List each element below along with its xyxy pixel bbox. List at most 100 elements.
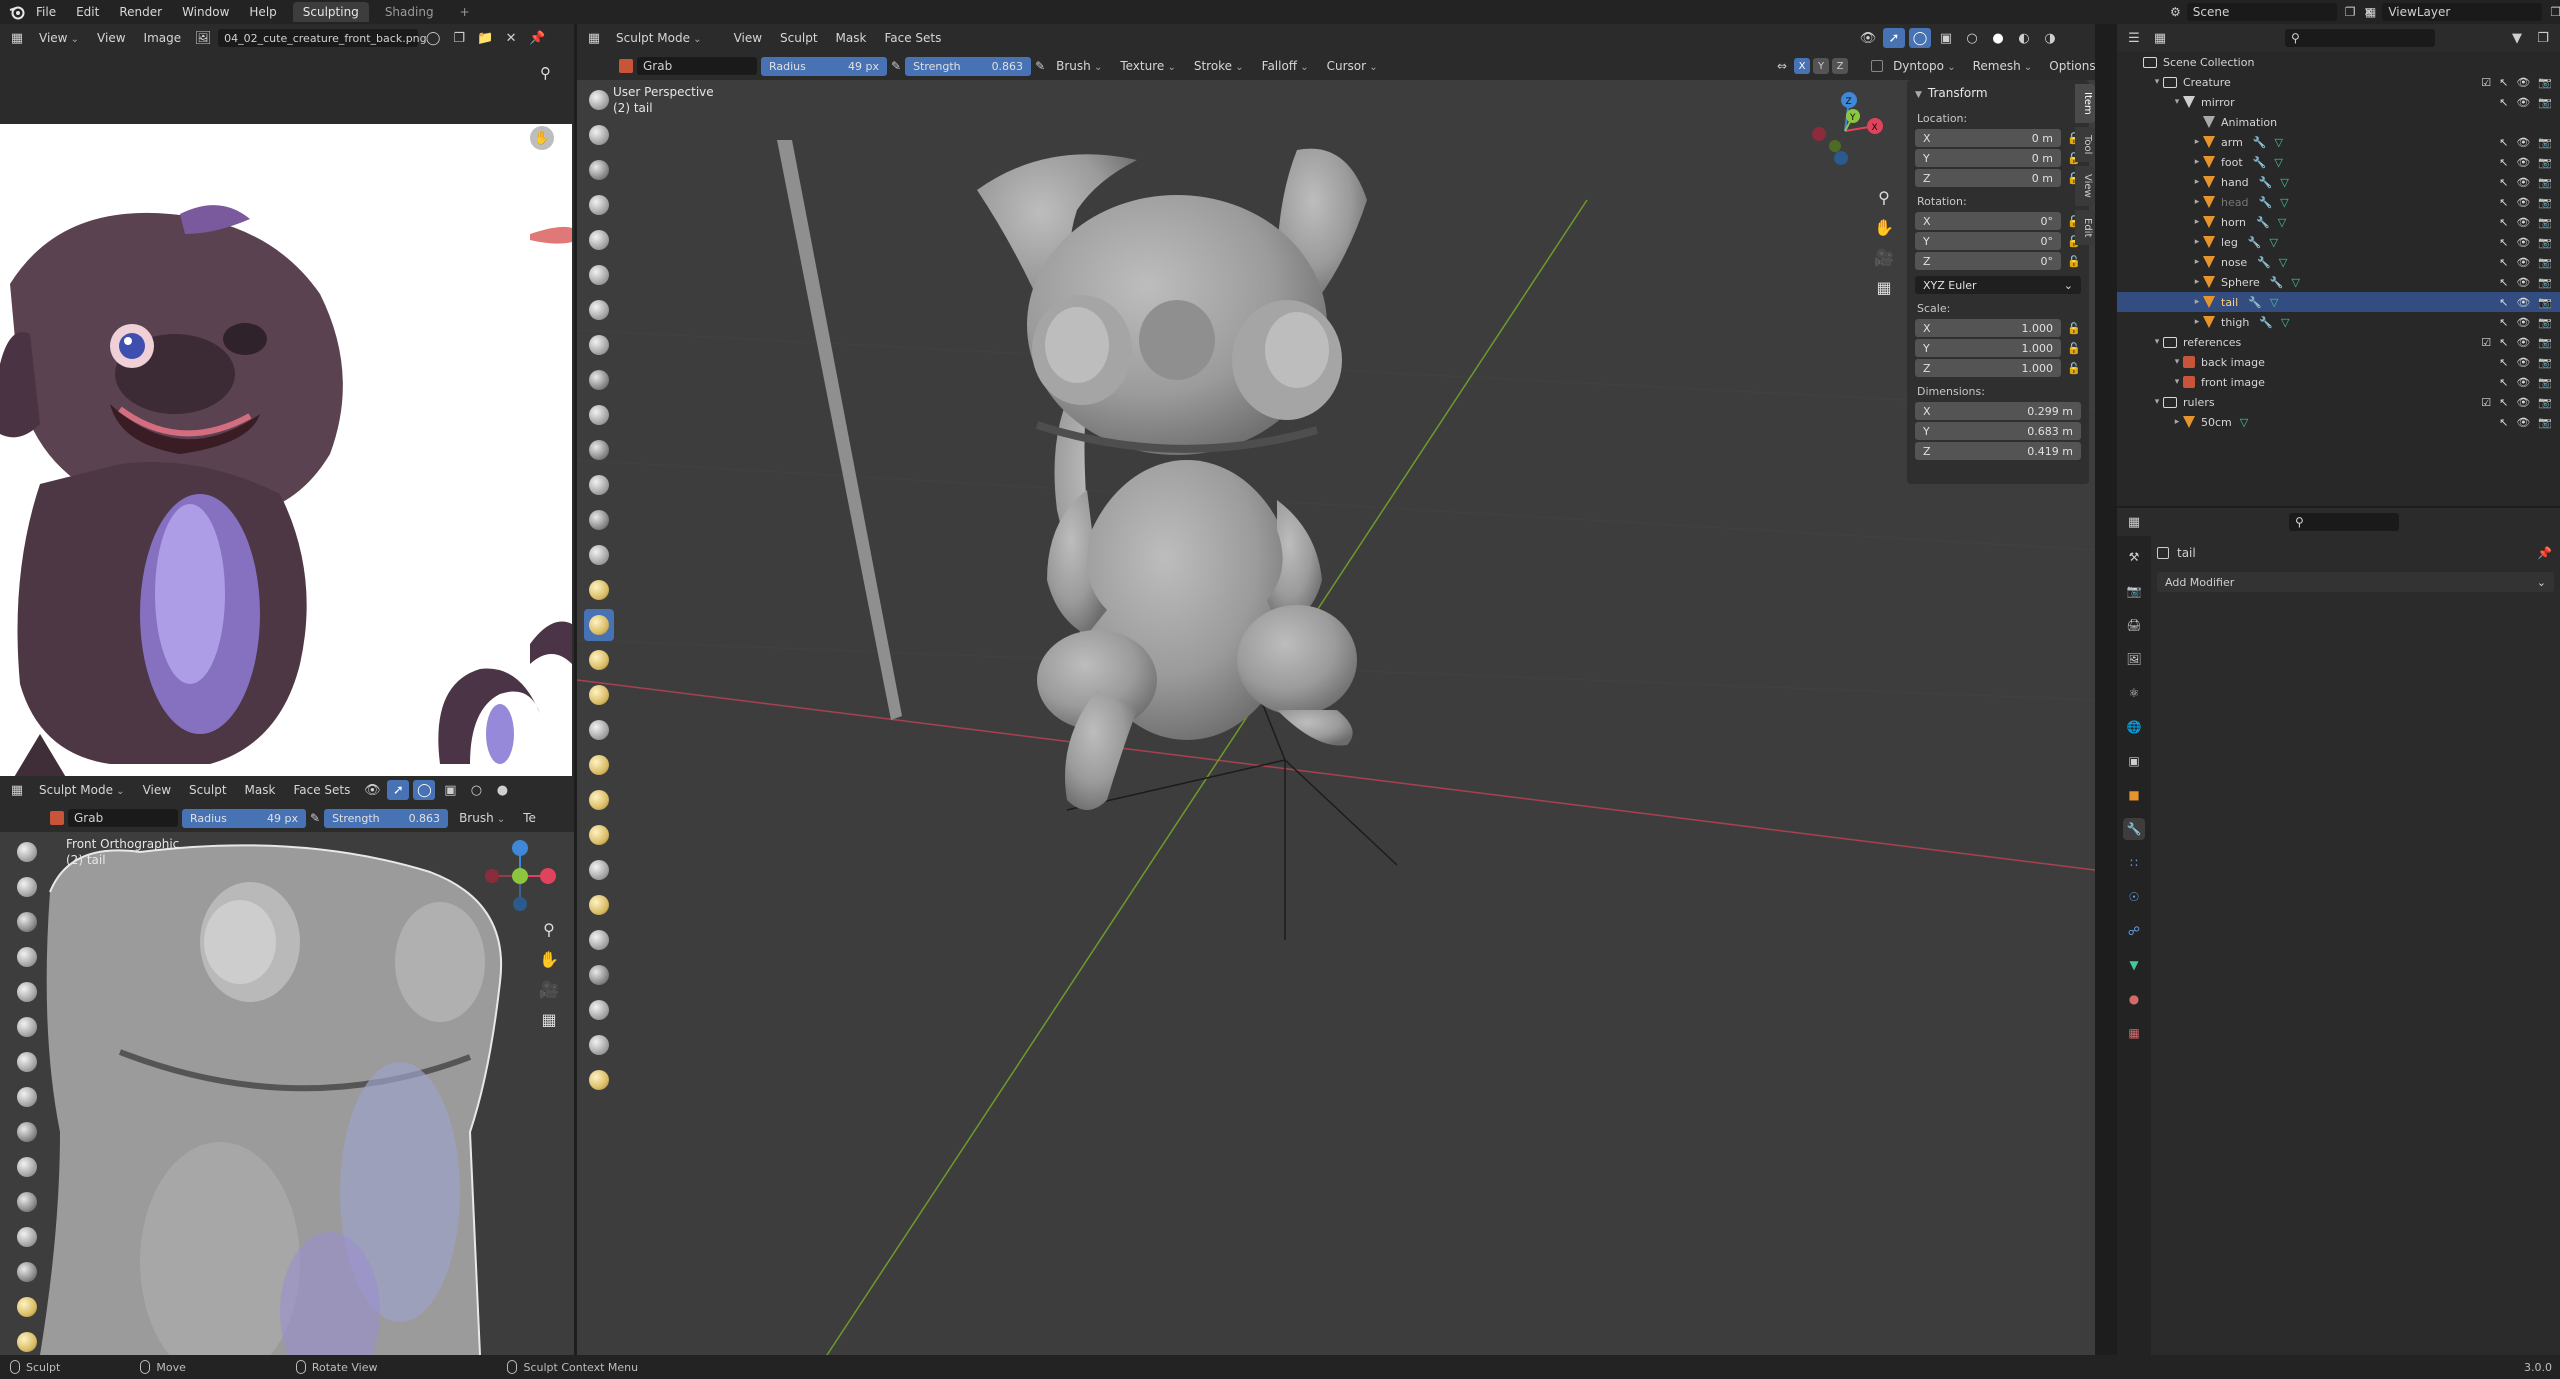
- new-scene-icon[interactable]: ❐: [2345, 5, 2356, 19]
- disclosure-triangle-icon[interactable]: ▸: [2191, 157, 2203, 167]
- location-y-field[interactable]: Y0 m: [1915, 149, 2061, 167]
- select-arrow-icon[interactable]: ↖: [2499, 396, 2508, 409]
- camera-icon[interactable]: 📷: [2538, 136, 2552, 149]
- particles-tab-icon[interactable]: ∷: [2123, 852, 2145, 874]
- eye-icon[interactable]: 👁: [2516, 376, 2530, 389]
- outliner-item-scene-collection[interactable]: Scene Collection: [2117, 52, 2560, 72]
- exclude-checkbox-icon[interactable]: ☑: [2481, 336, 2491, 349]
- select-arrow-icon[interactable]: ↖: [2499, 136, 2508, 149]
- modifier-icon[interactable]: 🔧: [2259, 176, 2273, 189]
- cursor-dropdown[interactable]: Cursor: [1320, 57, 1385, 75]
- disclosure-triangle-icon[interactable]: ▸: [2191, 257, 2203, 267]
- pin-icon[interactable]: 📌: [526, 28, 548, 48]
- solid-shading-icon[interactable]: ●: [491, 780, 513, 800]
- image-hand-icon[interactable]: ✋: [530, 126, 554, 150]
- tool-boundary[interactable]: [584, 889, 614, 921]
- view-mode-dropdown[interactable]: View: [32, 29, 86, 47]
- tool-draw-face-sets[interactable]: [584, 1029, 614, 1061]
- camera-icon[interactable]: 📷: [2538, 156, 2552, 169]
- brush-icon[interactable]: [619, 59, 633, 73]
- tool-fill[interactable]: [12, 1221, 42, 1253]
- dyntopo-dropdown[interactable]: Dyntopo: [1886, 57, 1963, 75]
- eye-icon[interactable]: 👁: [2516, 356, 2530, 369]
- new-collection-icon[interactable]: ❐: [2532, 28, 2554, 48]
- outliner-search-input[interactable]: ⚲: [2285, 29, 2435, 47]
- select-arrow-icon[interactable]: ↖: [2499, 416, 2508, 429]
- tool-thumb[interactable]: [584, 714, 614, 746]
- tool-pinch[interactable]: [12, 1291, 42, 1323]
- camera-icon[interactable]: 📷: [2538, 176, 2552, 189]
- rotation-mode-dropdown[interactable]: XYZ Euler ⌄: [1915, 276, 2081, 294]
- outliner-item-front-image[interactable]: ▾ front image ↖ 👁 📷: [2117, 372, 2560, 392]
- menu-file[interactable]: File: [26, 5, 66, 19]
- scene-field[interactable]: Scene: [2186, 3, 2337, 21]
- transform-panel-header[interactable]: ▼ Transform: [1907, 80, 2089, 106]
- eye-icon[interactable]: 👁: [2516, 176, 2530, 189]
- brush-icon[interactable]: [50, 811, 64, 825]
- outliner-item-references[interactable]: ▾ references ☑ ↖ 👁 📷: [2117, 332, 2560, 352]
- mode-dropdown[interactable]: Sculpt Mode: [32, 781, 132, 799]
- camera-icon[interactable]: 📷: [2538, 196, 2552, 209]
- modifier-icon[interactable]: 🔧: [2256, 216, 2270, 229]
- mesh-data-icon[interactable]: ▽: [2274, 156, 2282, 169]
- eye-icon[interactable]: 👁: [2516, 76, 2530, 89]
- tab-sculpting[interactable]: Sculpting: [292, 2, 369, 22]
- outliner-item-head[interactable]: ▸ head 🔧 ▽ ↖ 👁 📷: [2117, 192, 2560, 212]
- menu-help[interactable]: Help: [239, 5, 286, 19]
- tab-edit[interactable]: Edit: [2075, 209, 2095, 246]
- brush-name-field[interactable]: Grab: [68, 809, 178, 827]
- collection-tab-icon[interactable]: ▣: [2123, 750, 2145, 772]
- outliner-item-rulers[interactable]: ▾ rulers ☑ ↖ 👁 📷: [2117, 392, 2560, 412]
- eye-icon[interactable]: 👁: [2516, 96, 2530, 109]
- outliner-item-animation[interactable]: Animation: [2117, 112, 2560, 132]
- eye-icon[interactable]: 👁: [2516, 336, 2530, 349]
- outliner-item-50cm[interactable]: ▸ 50cm ▽ ↖ 👁 📷: [2117, 412, 2560, 432]
- tool-simplify[interactable]: [584, 959, 614, 991]
- select-arrow-icon[interactable]: ↖: [2499, 376, 2508, 389]
- scale-x-field[interactable]: X 1.000: [1915, 319, 2061, 337]
- xray-icon[interactable]: ▣: [439, 780, 461, 800]
- tool-blob[interactable]: [12, 1081, 42, 1113]
- menu-edit[interactable]: Edit: [66, 5, 109, 19]
- eye-icon[interactable]: 👁: [2516, 136, 2530, 149]
- camera-icon[interactable]: 📷: [2538, 356, 2552, 369]
- strength-slider[interactable]: Strength 0.863: [905, 56, 1032, 76]
- viewlayer-icon[interactable]: ▦: [2365, 5, 2376, 19]
- viewlayer-field[interactable]: ViewLayer: [2382, 3, 2543, 21]
- tool-flatten[interactable]: [12, 1186, 42, 1218]
- tool-draw[interactable]: [584, 84, 614, 116]
- select-arrow-icon[interactable]: ↖: [2499, 256, 2508, 269]
- disclosure-triangle-icon[interactable]: ▾: [2171, 357, 2183, 367]
- tool-clay-thumb[interactable]: [584, 224, 614, 256]
- eye-icon[interactable]: 👁: [2516, 196, 2530, 209]
- tool-pose[interactable]: [584, 749, 614, 781]
- eye-icon[interactable]: 👁: [2516, 396, 2530, 409]
- gizmo-icon[interactable]: ➚: [387, 780, 410, 800]
- rotation-z-field[interactable]: Z 0°: [1915, 252, 2061, 270]
- symmetry-z-toggle[interactable]: Z: [1832, 58, 1849, 74]
- new-image-icon[interactable]: ❐: [448, 28, 470, 48]
- ortho-toggle-icon[interactable]: ▦: [1871, 274, 1897, 300]
- modifier-icon[interactable]: 🔧: [2270, 276, 2284, 289]
- mesh-data-icon[interactable]: ▽: [2280, 176, 2288, 189]
- display-mode-icon[interactable]: ▦: [2149, 28, 2171, 48]
- wireframe-shading-icon[interactable]: ○: [1961, 28, 1983, 48]
- texture-dropdown[interactable]: Te: [516, 809, 543, 827]
- open-image-icon[interactable]: 📁: [474, 28, 496, 48]
- eye-icon[interactable]: 👁: [2516, 276, 2530, 289]
- eye-icon[interactable]: 👁: [2516, 256, 2530, 269]
- disclosure-triangle-icon[interactable]: ▸: [2191, 197, 2203, 207]
- falloff-dropdown[interactable]: Falloff: [1255, 57, 1316, 75]
- tab-tool[interactable]: Tool: [2075, 126, 2095, 163]
- tool-clay-thumb[interactable]: [12, 976, 42, 1008]
- tool-slide-relax[interactable]: [584, 854, 614, 886]
- tool-pinch[interactable]: [584, 574, 614, 606]
- tab-item[interactable]: Item: [2075, 84, 2095, 123]
- overlay-icon[interactable]: ◯: [1909, 28, 1931, 48]
- material-shading-icon[interactable]: ◐: [2013, 28, 2035, 48]
- xray-icon[interactable]: ▣: [1935, 28, 1957, 48]
- disclosure-triangle-icon[interactable]: ▾: [2151, 397, 2163, 407]
- disclosure-triangle-icon[interactable]: ▸: [2191, 237, 2203, 247]
- render-tab-icon[interactable]: 📷: [2123, 580, 2145, 602]
- camera-icon[interactable]: 📷: [2538, 216, 2552, 229]
